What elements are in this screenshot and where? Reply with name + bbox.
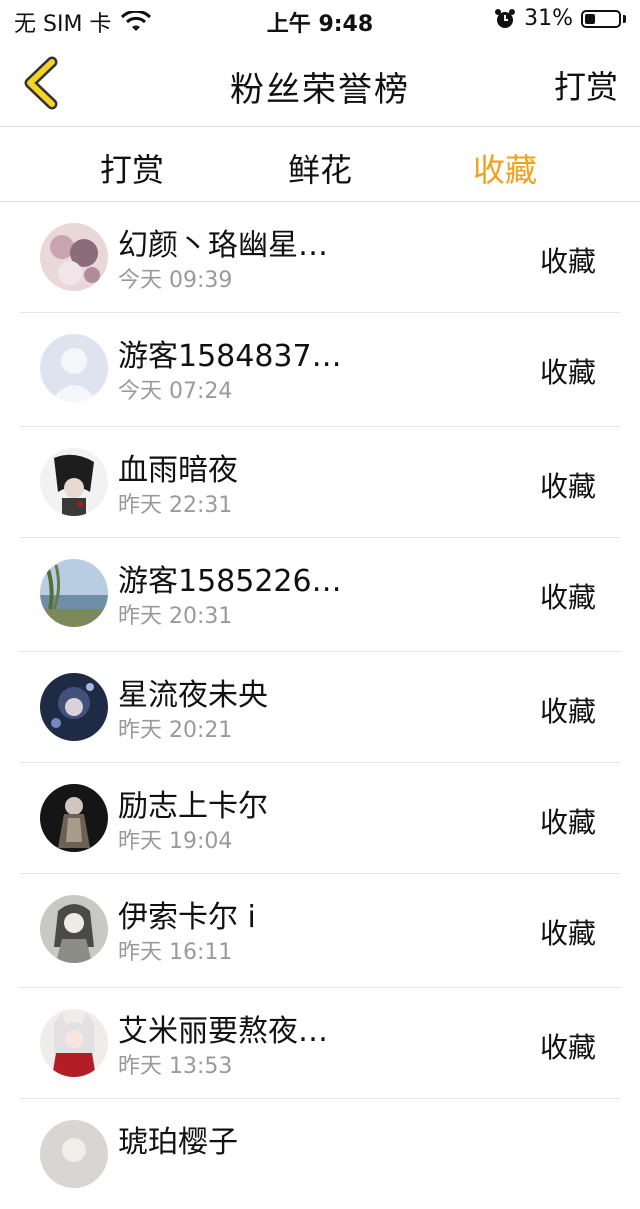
battery-tip [623, 14, 626, 23]
timestamp: 昨天 20:21 [118, 718, 233, 743]
timestamp: 昨天 20:31 [118, 604, 233, 629]
action-label: 收藏 [539, 806, 596, 839]
timestamp: 昨天 19:04 [118, 829, 233, 854]
avatar [40, 1120, 108, 1188]
user-name: 励志上卡尔 [118, 789, 268, 824]
tab-reward[interactable]: 打赏 [62, 145, 202, 191]
list-item[interactable]: 伊索卡尔 i 昨天 16:11 收藏 [20, 874, 620, 988]
list-item[interactable]: 艾米丽要熬夜… 昨天 13:53 收藏 [20, 988, 620, 1099]
action-label: 收藏 [539, 917, 596, 950]
avatar [40, 334, 108, 402]
action-label: 收藏 [539, 581, 596, 614]
timestamp: 今天 09:39 [118, 268, 233, 293]
user-name: 艾米丽要熬夜… [118, 1014, 328, 1049]
user-name: 幻颜丶珞幽星… [118, 228, 328, 263]
list-item[interactable]: 星流夜未央 昨天 20:21 收藏 [20, 652, 620, 763]
battery-percent: 31% [524, 6, 573, 31]
avatar [40, 559, 108, 627]
user-name: 游客1585226… [118, 564, 342, 599]
user-name: 琥珀樱子 [118, 1125, 238, 1160]
avatar [40, 673, 108, 741]
list-item[interactable]: 幻颜丶珞幽星… 今天 09:39 收藏 [20, 202, 620, 313]
timestamp: 今天 07:24 [118, 379, 233, 404]
list-item[interactable]: 励志上卡尔 昨天 19:04 收藏 [20, 763, 620, 874]
status-right: 31% [494, 6, 626, 31]
battery-icon [581, 9, 621, 28]
reward-button[interactable]: 打赏 [554, 62, 618, 108]
tab-favorites[interactable]: 收藏 [435, 145, 575, 191]
avatar [40, 1009, 108, 1077]
action-label: 收藏 [539, 470, 596, 503]
tab-bar: 打赏 鲜花 收藏 [0, 127, 640, 202]
nav-bar: 粉丝荣誉榜 打赏 [0, 40, 640, 127]
avatar [40, 223, 108, 291]
list-item[interactable]: 琥珀樱子 [20, 1099, 620, 1209]
action-label: 收藏 [539, 356, 596, 389]
user-name: 伊索卡尔 i [118, 900, 256, 935]
avatar [40, 784, 108, 852]
page-title: 粉丝荣誉榜 [230, 70, 410, 110]
avatar [40, 448, 108, 516]
list-item[interactable]: 游客1584837… 今天 07:24 收藏 [20, 313, 620, 427]
list-item[interactable]: 血雨暗夜 昨天 22:31 收藏 [20, 427, 620, 538]
action-label: 收藏 [539, 245, 596, 278]
user-name: 游客1584837… [118, 339, 342, 374]
alarm-icon [495, 8, 516, 28]
action-label: 收藏 [539, 695, 596, 728]
user-name: 星流夜未央 [118, 678, 268, 713]
action-label: 收藏 [539, 1031, 596, 1064]
list-item[interactable]: 游客1585226… 昨天 20:31 收藏 [20, 538, 620, 652]
tab-flowers[interactable]: 鲜花 [250, 145, 390, 191]
user-name: 血雨暗夜 [118, 453, 238, 488]
timestamp: 昨天 22:31 [118, 493, 233, 518]
timestamp: 昨天 13:53 [118, 1054, 233, 1079]
timestamp: 昨天 16:11 [118, 940, 233, 965]
avatar [40, 895, 108, 963]
fan-list: 幻颜丶珞幽星… 今天 09:39 收藏 游客1584837… 今天 07:24 … [0, 202, 640, 1209]
status-bar: 无 SIM 卡 上午 9:48 31% [0, 0, 640, 40]
